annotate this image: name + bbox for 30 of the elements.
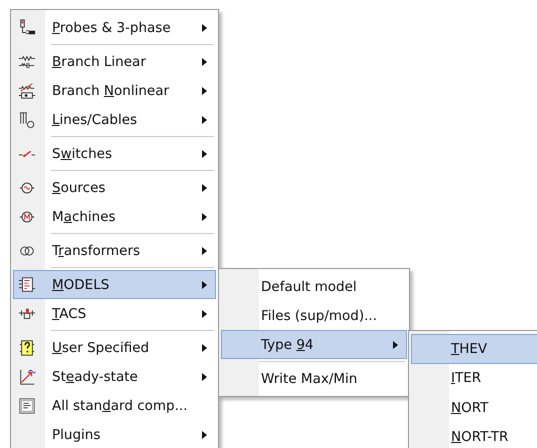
list-icon bbox=[18, 397, 36, 415]
menu-item[interactable]: Switches bbox=[13, 139, 216, 168]
menu-item[interactable]: Transformers bbox=[13, 236, 216, 265]
menu-item[interactable]: Plugins bbox=[13, 420, 216, 448]
menu-item[interactable]: MODELS bbox=[13, 270, 216, 299]
resistor-capacitor-icon bbox=[18, 53, 36, 71]
menu-item[interactable]: User Specified bbox=[13, 333, 216, 362]
menu-item[interactable]: NORT bbox=[411, 393, 537, 422]
menu-item[interactable]: Default model bbox=[221, 272, 407, 301]
chart-arrow-icon bbox=[18, 368, 36, 386]
menu-item[interactable]: Probes & 3-phase bbox=[13, 13, 216, 42]
menu-item[interactable]: Branch Linear bbox=[13, 47, 216, 76]
model-block-icon bbox=[18, 276, 36, 294]
probe-icon bbox=[18, 19, 36, 37]
menu-item[interactable]: Lines/Cables bbox=[13, 105, 216, 134]
menu-item[interactable]: Files (sup/mod)... bbox=[221, 301, 407, 330]
menu-item[interactable]: Type 94 bbox=[221, 330, 407, 359]
menu-item[interactable]: Machines bbox=[13, 202, 216, 231]
menu-item[interactable]: TACS bbox=[13, 299, 216, 328]
line-tower-icon bbox=[18, 111, 36, 129]
nonlinear-branch-icon bbox=[18, 82, 36, 100]
menu-item[interactable]: Steady-state bbox=[13, 362, 216, 391]
menu-item[interactable]: Write Max/Min bbox=[221, 364, 407, 393]
menu-item[interactable]: All standard comp... bbox=[13, 391, 216, 420]
menu-item[interactable]: THEV bbox=[411, 334, 537, 364]
menu-item[interactable]: Sources bbox=[13, 173, 216, 202]
menu-item[interactable]: ITER bbox=[411, 364, 537, 393]
question-box-icon bbox=[18, 339, 36, 357]
menu-item[interactable]: NORT-TR bbox=[411, 422, 537, 448]
menu-item[interactable]: Branch Nonlinear bbox=[13, 76, 216, 105]
